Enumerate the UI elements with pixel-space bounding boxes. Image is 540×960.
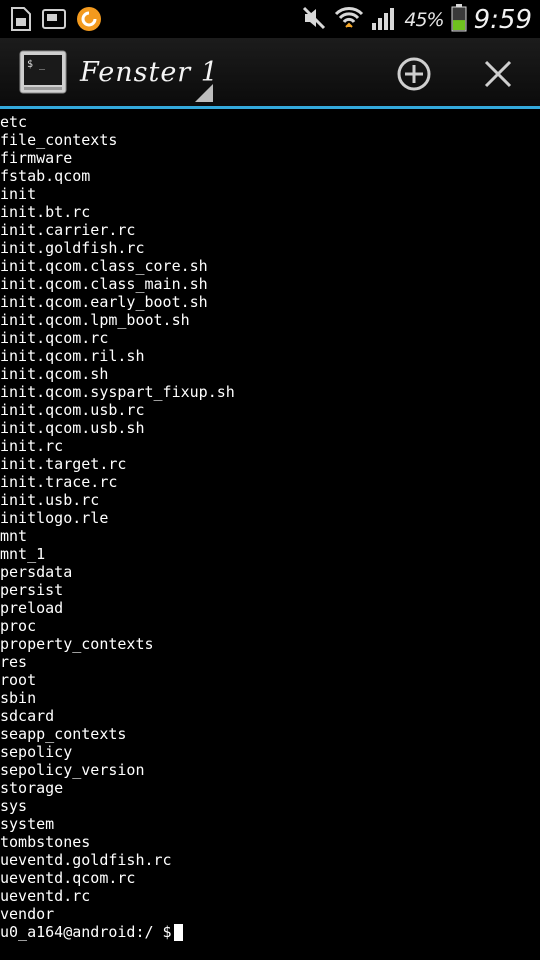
terminal-line: persist [0, 581, 64, 599]
terminal-line: init.qcom.ril.sh [0, 347, 145, 365]
add-window-button[interactable] [394, 54, 434, 94]
sd-card-icon [10, 6, 32, 36]
status-bar-notifications [10, 6, 102, 36]
terminal-line: init.qcom.usb.sh [0, 419, 145, 437]
terminal-line: sbin [0, 689, 37, 707]
screenshot-icon [42, 8, 66, 34]
terminal-prompt-line[interactable]: u0_a164@android:/ $ [0, 923, 540, 941]
terminal-line: init.qcom.class_main.sh [0, 275, 208, 293]
terminal-line: init.qcom.syspart_fixup.sh [0, 383, 235, 401]
signal-icon [371, 5, 397, 35]
terminal-line: init.usb.rc [0, 491, 100, 509]
terminal-line: proc [0, 617, 37, 635]
terminal-line: mnt [0, 527, 28, 545]
terminal-line: ueventd.goldfish.rc [0, 851, 172, 869]
terminal-line: vendor [0, 905, 55, 923]
terminal-line: init [0, 185, 37, 203]
terminal-line: init.qcom.sh [0, 365, 109, 383]
terminal-line: persdata [0, 563, 73, 581]
terminal-line: etc [0, 113, 28, 131]
terminal-line: system [0, 815, 55, 833]
terminal-line: res [0, 653, 28, 671]
terminal-line: seapp_contexts [0, 725, 127, 743]
terminal-line: sepolicy_version [0, 761, 145, 779]
terminal-line: init.qcom.usb.rc [0, 401, 145, 419]
action-bar: $ _ Fenster 1 [0, 38, 540, 106]
status-bar-system: 45% 9:59 [301, 4, 532, 36]
close-icon [484, 60, 512, 88]
battery-percent: 45% [404, 9, 444, 31]
terminal-line: firmware [0, 149, 73, 167]
terminal-line: initlogo.rle [0, 509, 109, 527]
terminal-line: init.carrier.rc [0, 221, 136, 239]
svg-text:$ _: $ _ [27, 59, 46, 70]
terminal-line: tombstones [0, 833, 91, 851]
clock: 9:59 [473, 5, 532, 35]
terminal-line: init.qcom.rc [0, 329, 109, 347]
terminal-line: init.qcom.early_boot.sh [0, 293, 208, 311]
orange-app-icon [76, 6, 102, 36]
terminal-prompt: u0_a164@android:/ $ [0, 923, 172, 941]
terminal-output[interactable]: etc file_contexts firmware fstab.qcom init in… [0, 113, 540, 960]
wifi-icon [334, 5, 364, 35]
terminal-line: sdcard [0, 707, 55, 725]
terminal-line: root [0, 671, 37, 689]
mute-icon [301, 5, 327, 35]
terminal-line: ueventd.qcom.rc [0, 869, 136, 887]
terminal-line: ueventd.rc [0, 887, 91, 905]
terminal-line: init.trace.rc [0, 473, 118, 491]
terminal-line: sepolicy [0, 743, 73, 761]
terminal-line: property_contexts [0, 635, 154, 653]
terminal-cursor [173, 923, 183, 941]
close-window-button[interactable] [478, 54, 518, 94]
terminal-line: mnt_1 [0, 545, 46, 563]
terminal-line: init.bt.rc [0, 203, 91, 221]
add-circle-icon [397, 57, 431, 91]
terminal-line: init.goldfish.rc [0, 239, 145, 257]
terminal-line: init.qcom.lpm_boot.sh [0, 311, 190, 329]
terminal-line: init.target.rc [0, 455, 127, 473]
status-bar: 45% 9:59 [0, 0, 540, 38]
terminal-lines: etc file_contexts firmware fstab.qcom init in… [0, 113, 540, 923]
terminal-line: init.qcom.class_core.sh [0, 257, 208, 275]
terminal-line: fstab.qcom [0, 167, 91, 185]
terminal-line: init.rc [0, 437, 64, 455]
terminal-line: sys [0, 797, 28, 815]
terminal-line: storage [0, 779, 64, 797]
terminal-line: file_contexts [0, 131, 118, 149]
battery-icon [451, 4, 467, 36]
action-bar-divider [0, 106, 540, 109]
terminal-app-icon: $ _ [19, 50, 67, 94]
terminal-line: preload [0, 599, 64, 617]
dropdown-spinner-icon[interactable] [195, 84, 213, 106]
